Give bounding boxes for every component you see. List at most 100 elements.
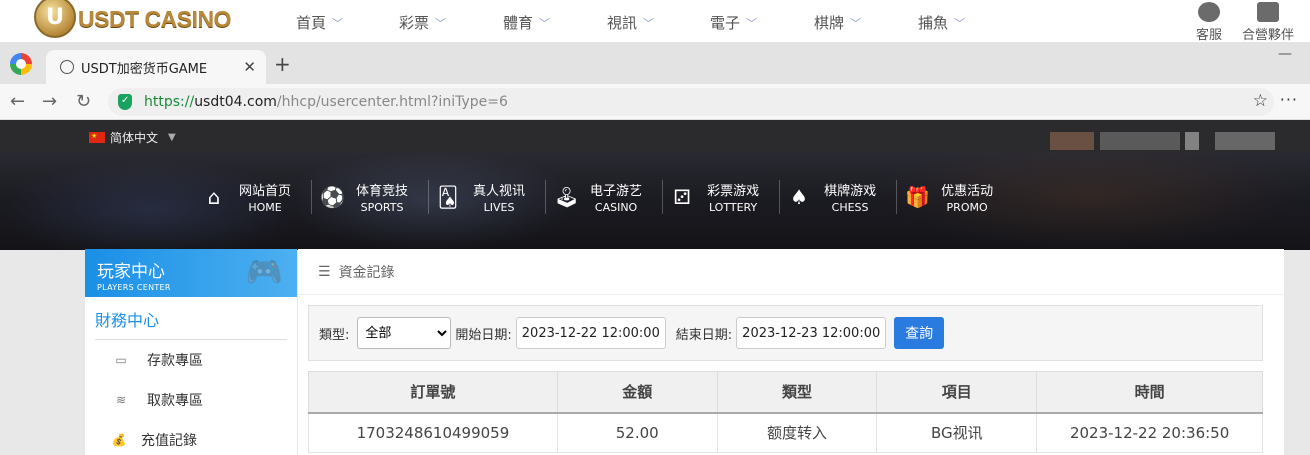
chevron-down-icon: ﹀ bbox=[435, 17, 447, 30]
nav-label-en: LOTTERY bbox=[708, 201, 758, 214]
top-menu-label: 視訊 bbox=[607, 14, 638, 32]
blurred-area bbox=[1100, 132, 1180, 150]
new-tab-plus-icon[interactable]: + bbox=[274, 52, 291, 76]
nav-label-en: HOME bbox=[248, 201, 282, 214]
home-icon: ⌂ bbox=[207, 185, 221, 209]
cards-icon: 🂡 bbox=[437, 185, 459, 209]
logo-badge: U bbox=[34, 0, 76, 38]
panel-title-bar: ☰ 資金記錄 bbox=[298, 249, 1284, 295]
nav-promo[interactable]: 🎁 优惠活动 PROMO bbox=[897, 180, 1013, 214]
chevron-down-icon: ﹀ bbox=[850, 17, 862, 30]
reload-icon[interactable]: ↻ bbox=[76, 91, 91, 112]
blurred-area bbox=[1185, 132, 1199, 150]
language-label: 简体中文 bbox=[110, 131, 159, 145]
top-menu-label: 電子 bbox=[710, 14, 741, 32]
partners-icon bbox=[1256, 2, 1279, 22]
customer-service-link[interactable]: 客服 bbox=[1196, 0, 1222, 43]
nav-label-en: SPORTS bbox=[360, 201, 404, 214]
logo-text: USDT CASINO bbox=[78, 5, 231, 32]
nav-text: 体育竞技 SPORTS bbox=[356, 180, 408, 214]
col-header-item: 項目 bbox=[876, 371, 1038, 414]
globe-icon bbox=[60, 60, 74, 74]
nav-lives[interactable]: 🂡 真人视讯 LIVES bbox=[429, 180, 547, 214]
nav-chess[interactable]: ♠ 棋牌游戏 CHESS bbox=[780, 180, 898, 214]
filter-bar: 類型: 全部 開始日期: 結束日期: 查詢 bbox=[308, 305, 1263, 361]
nav-label-cn: 棋牌游戏 bbox=[824, 184, 877, 199]
top-menu-chess[interactable]: 棋牌 ﹀ bbox=[814, 0, 918, 42]
end-date-label: 結束日期: bbox=[675, 327, 733, 343]
china-flag-icon bbox=[89, 132, 105, 143]
partner-link[interactable]: 合營夥伴 bbox=[1242, 0, 1294, 43]
cell-type: 额度转入 bbox=[716, 412, 878, 453]
customer-service-label: 客服 bbox=[1195, 28, 1222, 43]
url-field[interactable]: https://usdt04.com/hhcp/usercenter.html?… bbox=[108, 88, 1274, 116]
query-button[interactable]: 查詢 bbox=[894, 317, 945, 349]
blurred-area bbox=[1215, 132, 1275, 150]
site-logo[interactable]: U USDT CASINO bbox=[34, 0, 231, 40]
back-arrow-icon[interactable]: ← bbox=[10, 91, 25, 112]
cell-item: BG视讯 bbox=[876, 412, 1038, 453]
more-menu-icon[interactable]: ··· bbox=[1280, 90, 1298, 109]
nav-home[interactable]: ⌂ 网站首页 HOME bbox=[195, 180, 313, 214]
panel-title: 資金記錄 bbox=[338, 264, 395, 281]
nav-text: 棋牌游戏 CHESS bbox=[824, 180, 876, 214]
top-menu-home[interactable]: 首頁 ﹀ bbox=[296, 0, 399, 42]
main-nav: ⌂ 网站首页 HOME ⚽ 体育竞技 SPORTS 🂡 真人视讯 LIVES 🕹 电子… bbox=[195, 180, 1013, 214]
sidebar-section-finance: 財務中心 bbox=[95, 307, 287, 340]
url-scheme: https:// bbox=[144, 94, 195, 110]
nav-sports[interactable]: ⚽ 体育竞技 SPORTS bbox=[312, 180, 430, 214]
gamepad-icon: 🎮 bbox=[245, 255, 283, 290]
top-menu-fishing[interactable]: 捕魚 ﹀ bbox=[918, 0, 998, 42]
type-select[interactable]: 全部 bbox=[357, 317, 452, 349]
nav-label-cn: 体育竞技 bbox=[356, 184, 409, 199]
nav-label-en: PROMO bbox=[946, 201, 988, 214]
end-date-input[interactable] bbox=[736, 317, 887, 349]
forward-arrow-icon[interactable]: → bbox=[42, 91, 57, 112]
close-icon[interactable]: ✕ bbox=[243, 58, 256, 76]
sidebar-item-deposit[interactable]: ▭ 存款專區 bbox=[85, 340, 297, 380]
chevron-down-icon: ﹀ bbox=[954, 17, 966, 30]
col-header-type: 類型 bbox=[716, 371, 878, 414]
top-menu-video[interactable]: 視訊 ﹀ bbox=[607, 0, 710, 42]
chat-icon bbox=[1197, 2, 1220, 22]
start-date-input[interactable] bbox=[515, 317, 666, 349]
sidebar-item-recharge-records[interactable]: 💰 充值記錄 bbox=[85, 420, 297, 455]
chevron-down-icon: ﹀ bbox=[539, 17, 551, 30]
url-path: /hhcp/usercenter.html?iniType=6 bbox=[276, 94, 508, 110]
cell-order-no: 1703248610499059 bbox=[308, 412, 558, 453]
top-menu-label: 捕魚 bbox=[918, 14, 949, 32]
url-host: usdt04.com bbox=[194, 94, 277, 110]
nav-lottery[interactable]: ⚂ 彩票游戏 LOTTERY bbox=[663, 180, 781, 214]
top-menu-sports[interactable]: 體育 ﹀ bbox=[503, 0, 607, 42]
nav-label-en: CHESS bbox=[831, 201, 869, 214]
fund-records-table: 訂單號 金額 類型 項目 時間 1703248610499059 52.00 额… bbox=[308, 371, 1263, 453]
top-menu: 首頁 ﹀ 彩票 ﹀ 體育 ﹀ 視訊 ﹀ 電子 ﹀ 棋牌 ﹀ 捕魚 ﹀ bbox=[296, 0, 998, 42]
player-sidebar: 玩家中心 PLAYERS CENTER 🎮 財務中心 ▭ 存款專區 ≋ 取款專區… bbox=[85, 249, 297, 455]
sidebar-item-withdraw[interactable]: ≋ 取款專區 bbox=[85, 380, 297, 420]
table-row: 1703248610499059 52.00 额度转入 BG视讯 2023-12… bbox=[308, 412, 1263, 453]
sidebar-header: 玩家中心 PLAYERS CENTER 🎮 bbox=[85, 249, 297, 297]
tab-title: USDT加密货币GAME bbox=[81, 61, 208, 77]
nav-label-cn: 网站首页 bbox=[239, 184, 292, 199]
cell-time: 2023-12-22 20:36:50 bbox=[1036, 412, 1263, 453]
type-label: 類型: bbox=[319, 327, 350, 343]
top-menu-lottery[interactable]: 彩票 ﹀ bbox=[399, 0, 503, 42]
top-right-links: 客服 合營夥伴 bbox=[1196, 0, 1294, 43]
main-panel: ☰ 資金記錄 類型: 全部 開始日期: 結束日期: 查詢 訂單號 金額 類型 項… bbox=[298, 249, 1284, 455]
bookmark-star-icon[interactable]: ☆ bbox=[1253, 91, 1268, 111]
browser-tab[interactable]: USDT加密货币GAME ✕ bbox=[46, 50, 266, 84]
sidebar-item-label: 存款專區 bbox=[147, 353, 203, 369]
col-header-order-no: 訂單號 bbox=[308, 371, 558, 414]
top-menu-label: 彩票 bbox=[399, 14, 430, 32]
cash-icon: ≋ bbox=[115, 393, 127, 407]
nav-label-en: LIVES bbox=[483, 201, 515, 214]
cell-amount: 52.00 bbox=[556, 412, 718, 453]
nav-label-cn: 优惠活动 bbox=[941, 184, 994, 199]
minimize-icon[interactable]: — bbox=[1278, 46, 1292, 62]
language-selector[interactable]: 简体中文 ▼ bbox=[89, 129, 176, 146]
nav-casino[interactable]: 🕹 电子游艺 CASINO bbox=[546, 180, 664, 214]
caret-down-icon: ▼ bbox=[168, 132, 176, 143]
top-menu-electronic[interactable]: 電子 ﹀ bbox=[710, 0, 814, 42]
nav-text: 优惠活动 PROMO bbox=[941, 180, 993, 214]
nav-text: 真人视讯 LIVES bbox=[473, 180, 525, 214]
